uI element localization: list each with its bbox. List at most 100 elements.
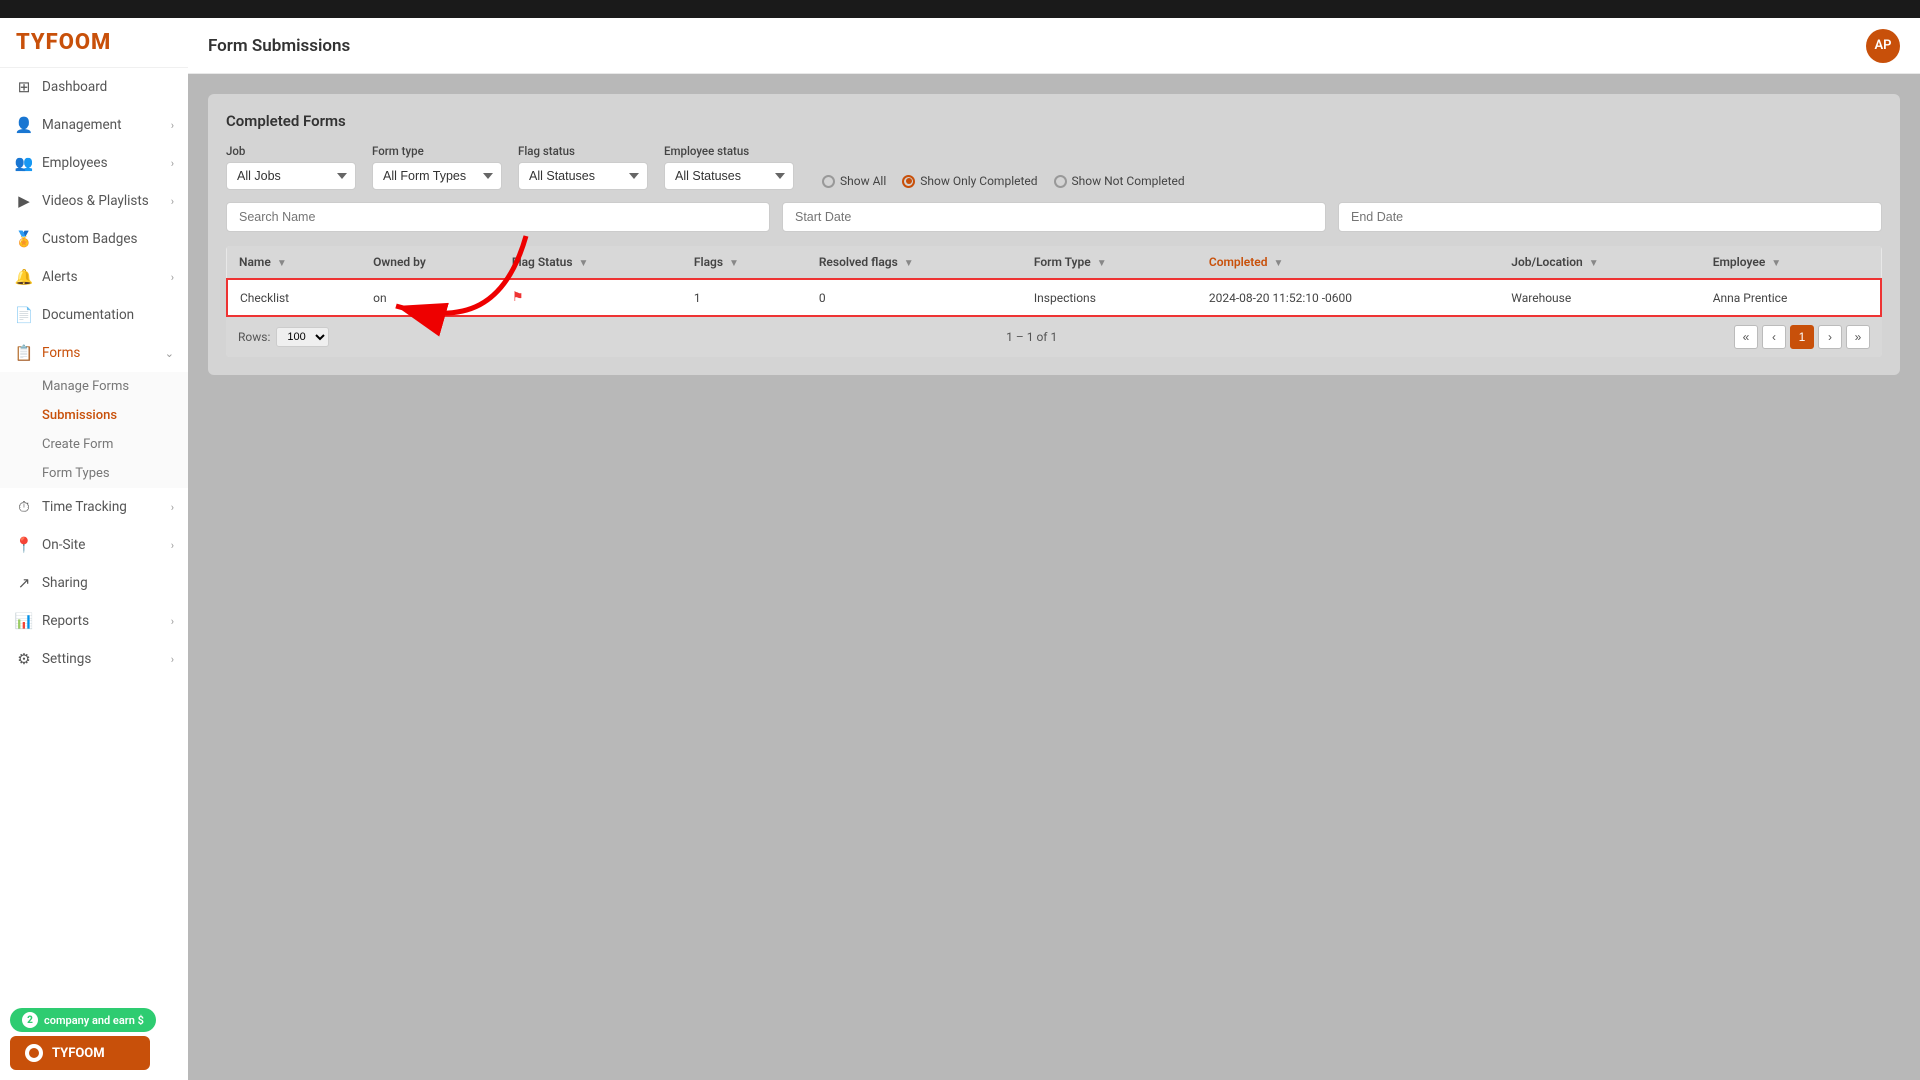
settings-icon: ⚙ <box>14 650 34 668</box>
videos-icon: ▶ <box>14 192 34 210</box>
col-job-location[interactable]: Job/Location ▼ <box>1499 246 1700 279</box>
next-page-button[interactable]: › <box>1818 325 1842 349</box>
employees-icon: 👥 <box>14 154 34 172</box>
logo[interactable]: TYFOOM <box>0 18 188 68</box>
rows-per-page: Rows: 100 50 25 10 <box>238 327 329 347</box>
col-resolved-flags[interactable]: Resolved flags ▼ <box>807 246 1022 279</box>
sidebar-sub-item-form-types[interactable]: Form Types <box>0 459 188 488</box>
cell-form-type: Inspections <box>1022 279 1197 316</box>
flag-status-filter-group: Flag status All Statuses <box>518 144 648 190</box>
chevron-down-icon: ⌄ <box>165 347 174 360</box>
sidebar-item-label: Alerts <box>42 269 78 285</box>
promo-badge-count: 2 <box>22 1012 38 1028</box>
time-tracking-icon: ⏱ <box>14 498 34 516</box>
sort-icon: ▼ <box>1274 258 1284 269</box>
sidebar-item-label: On-Site <box>42 537 85 553</box>
sort-icon: ▼ <box>1589 258 1599 269</box>
management-icon: 👤 <box>14 116 34 134</box>
sidebar-item-videos[interactable]: ▶ Videos & Playlists › <box>0 182 188 220</box>
last-page-button[interactable]: » <box>1846 325 1870 349</box>
bottom-promo: 2 company and earn $ TYFOOM <box>10 1008 156 1071</box>
promo-tyfoom-label: TYFOOM <box>52 1046 105 1061</box>
flag-status-filter-label: Flag status <box>518 144 648 158</box>
forms-submenu: Manage Forms Submissions Create Form For… <box>0 372 188 488</box>
employee-status-filter-select[interactable]: All Statuses <box>664 162 794 190</box>
sidebar-item-label: Employees <box>42 155 108 171</box>
completion-filter-radio-group: Show All Show Only Completed Show Not Co… <box>822 174 1185 188</box>
chevron-icon: › <box>171 539 174 552</box>
col-name[interactable]: Name ▼ <box>227 246 361 279</box>
radio-show-not-completed[interactable]: Show Not Completed <box>1054 174 1185 188</box>
completed-forms-card: Completed Forms Job All Jobs Form type A… <box>208 94 1900 375</box>
sidebar-item-employees[interactable]: 👥 Employees › <box>0 144 188 182</box>
cell-completed: 2024-08-20 11:52:10 -0600 <box>1197 279 1499 316</box>
col-flag-status[interactable]: Flag Status ▼ <box>500 246 682 279</box>
sort-icon: ▼ <box>729 258 739 269</box>
col-completed[interactable]: Completed ▼ <box>1197 246 1499 279</box>
alerts-icon: 🔔 <box>14 268 34 286</box>
sidebar-item-time-tracking[interactable]: ⏱ Time Tracking › <box>0 488 188 526</box>
sidebar: TYFOOM ⊞ Dashboard 👤 Management › 👥 Empl… <box>0 18 188 1080</box>
chevron-icon: › <box>171 271 174 284</box>
promo-badge[interactable]: 2 company and earn $ <box>10 1008 156 1032</box>
form-type-filter-label: Form type <box>372 144 502 158</box>
cell-flag-status: ⚑ <box>500 279 682 316</box>
col-form-type[interactable]: Form Type ▼ <box>1022 246 1197 279</box>
cell-resolved-flags: 0 <box>807 279 1022 316</box>
search-input[interactable] <box>226 202 770 232</box>
sidebar-item-on-site[interactable]: 📍 On-Site › <box>0 526 188 564</box>
sidebar-sub-item-create-form[interactable]: Create Form <box>0 430 188 459</box>
radio-show-all[interactable]: Show All <box>822 174 886 188</box>
sidebar-item-sharing[interactable]: ↗ Sharing <box>0 564 188 602</box>
sidebar-item-settings[interactable]: ⚙ Settings › <box>0 640 188 678</box>
radio-dot-show-not-completed <box>1054 175 1067 188</box>
sidebar-sub-item-submissions[interactable]: Submissions <box>0 401 188 430</box>
tyfoom-logo-icon <box>24 1043 44 1063</box>
promo-tyfoom-button[interactable]: TYFOOM <box>10 1036 150 1070</box>
avatar[interactable]: AP <box>1866 29 1900 63</box>
first-page-button[interactable]: « <box>1734 325 1758 349</box>
sidebar-item-alerts[interactable]: 🔔 Alerts › <box>0 258 188 296</box>
table-row[interactable]: Checklist on ⚑ 1 0 Inspections 2024-08-2… <box>227 279 1881 316</box>
employee-status-filter-group: Employee status All Statuses <box>664 144 794 190</box>
sharing-icon: ↗ <box>14 574 34 592</box>
start-date-input[interactable] <box>782 202 1326 232</box>
flag-status-filter-select[interactable]: All Statuses <box>518 162 648 190</box>
job-filter-select[interactable]: All Jobs <box>226 162 356 190</box>
sidebar-item-documentation[interactable]: 📄 Documentation <box>0 296 188 334</box>
promo-badge-text: company and earn $ <box>44 1014 144 1027</box>
page-1-button[interactable]: 1 <box>1790 325 1814 349</box>
prev-page-button[interactable]: ‹ <box>1762 325 1786 349</box>
sidebar-item-forms[interactable]: 📋 Forms ⌄ <box>0 334 188 372</box>
sort-icon: ▼ <box>904 258 914 269</box>
chevron-icon: › <box>171 157 174 170</box>
sidebar-item-custom-badges[interactable]: 🏅 Custom Badges <box>0 220 188 258</box>
chevron-icon: › <box>171 653 174 666</box>
col-employee[interactable]: Employee ▼ <box>1701 246 1881 279</box>
chevron-icon: › <box>171 501 174 514</box>
col-owned-by[interactable]: Owned by <box>361 246 500 279</box>
end-date-input[interactable] <box>1338 202 1882 232</box>
form-type-filter-select[interactable]: All Form Types <box>372 162 502 190</box>
sidebar-item-management[interactable]: 👤 Management › <box>0 106 188 144</box>
sort-icon: ▼ <box>277 258 287 269</box>
section-title: Completed Forms <box>226 112 1882 130</box>
chevron-icon: › <box>171 195 174 208</box>
cell-job-location: Warehouse <box>1499 279 1700 316</box>
badges-icon: 🏅 <box>14 230 34 248</box>
sidebar-item-reports[interactable]: 📊 Reports › <box>0 602 188 640</box>
page-title: Form Submissions <box>208 36 350 56</box>
radio-show-completed[interactable]: Show Only Completed <box>902 174 1037 188</box>
submissions-table: Name ▼ Owned by Flag Status ▼ <box>226 246 1882 317</box>
sidebar-item-dashboard[interactable]: ⊞ Dashboard <box>0 68 188 106</box>
rows-per-page-select[interactable]: 100 50 25 10 <box>276 327 329 347</box>
sidebar-item-label: Videos & Playlists <box>42 193 149 209</box>
sidebar-sub-item-manage-forms[interactable]: Manage Forms <box>0 372 188 401</box>
chevron-icon: › <box>171 615 174 628</box>
cell-name: Checklist <box>227 279 361 316</box>
flag-icon: ⚑ <box>512 290 524 305</box>
sidebar-item-label: Forms <box>42 345 80 361</box>
col-flags[interactable]: Flags ▼ <box>682 246 807 279</box>
cell-owned-by: on <box>361 279 500 316</box>
dashboard-icon: ⊞ <box>14 78 34 96</box>
